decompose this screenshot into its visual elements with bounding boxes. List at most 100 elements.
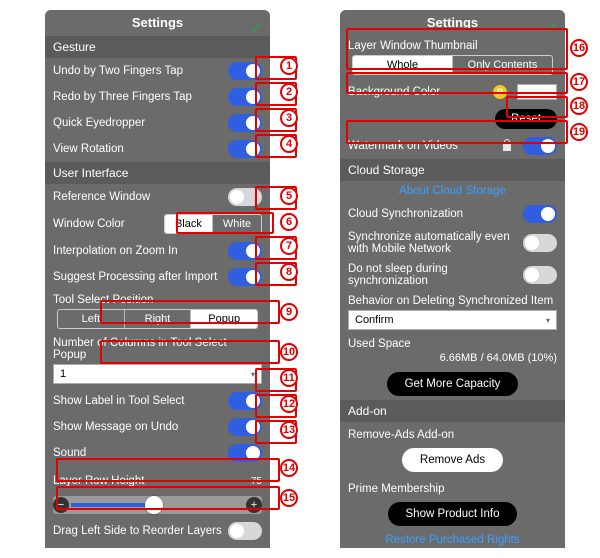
toggle-viewrotation[interactable] xyxy=(228,140,262,158)
annotation-3: 3 xyxy=(280,108,308,128)
row-cloudsync: Cloud Synchronization xyxy=(340,201,565,227)
row-prime-b: Show Product Info xyxy=(340,502,565,530)
row-getmore: Get More Capacity xyxy=(340,368,565,400)
label-undo: Undo by Two Fingers Tap xyxy=(53,65,222,77)
row-layerthumb: Layer Window Thumbnail Whole Only Conten… xyxy=(340,36,565,79)
row-delbehavior: Behavior on Deleting Synchronized Item C… xyxy=(340,291,565,334)
annotation-12: 12 xyxy=(280,394,308,414)
toggle-cloudsync[interactable] xyxy=(523,205,557,223)
row-prime-h: Prime Membership xyxy=(340,476,565,502)
toggle-showmsg[interactable] xyxy=(228,418,262,436)
select-numcols[interactable]: 1 ▾ xyxy=(53,364,262,384)
section-ui: User Interface xyxy=(45,162,270,184)
seg-layerthumb[interactable]: Whole Only Contents xyxy=(352,55,553,75)
slider-thumb[interactable] xyxy=(145,496,163,514)
toggle-dragreorder[interactable] xyxy=(228,522,262,540)
row-refwindow: Reference Window xyxy=(45,184,270,210)
opt-popup[interactable]: Popup xyxy=(190,310,257,328)
label-redo: Redo by Three Fingers Tap xyxy=(53,91,222,103)
toggle-suggest[interactable] xyxy=(228,268,262,286)
getmore-button[interactable]: Get More Capacity xyxy=(387,372,519,396)
toggle-showlabel[interactable] xyxy=(228,392,262,410)
annotation-15: 15 xyxy=(280,488,308,508)
panel-title-right: Settings ✓ xyxy=(340,10,565,36)
opt-whole[interactable]: Whole xyxy=(353,56,452,74)
label-removeads-h: Remove-Ads Add-on xyxy=(348,429,557,441)
annotation-13: 13 xyxy=(280,420,308,440)
opt-right[interactable]: Right xyxy=(124,310,191,328)
select-delbehavior[interactable]: Confirm ▾ xyxy=(348,310,557,330)
confirm-check-icon[interactable]: ✓ xyxy=(250,15,262,41)
annotation-5: 5 xyxy=(280,186,308,206)
label-sound: Sound xyxy=(53,447,222,459)
toggle-undo[interactable] xyxy=(228,62,262,80)
annotation-1: 1 xyxy=(280,56,308,76)
settings-panel-left: Settings ✓ Gesture Undo by Two Fingers T… xyxy=(45,10,270,548)
toggle-eyedropper[interactable] xyxy=(228,114,262,132)
row-redo: Redo by Three Fingers Tap xyxy=(45,84,270,110)
row-showlabel: Show Label in Tool Select xyxy=(45,388,270,414)
section-gesture: Gesture xyxy=(45,36,270,58)
label-eyedropper: Quick Eyedropper xyxy=(53,117,222,129)
opt-black[interactable]: Black xyxy=(165,215,212,233)
select-delbehavior-value: Confirm xyxy=(355,314,394,326)
toggle-redo[interactable] xyxy=(228,88,262,106)
toggle-watermark[interactable] xyxy=(523,137,557,155)
label-toolpos: Tool Select Position xyxy=(53,294,153,306)
row-numcols: Number of Columns in Tool Select Popup 1… xyxy=(45,333,270,388)
row-syncauto: Synchronize automatically even with Mobi… xyxy=(340,227,565,259)
row-nosleep: Do not sleep during synchronization xyxy=(340,259,565,291)
label-viewrotation: View Rotation xyxy=(53,143,222,155)
toggle-refwindow[interactable] xyxy=(228,188,262,206)
panel-title: Settings ✓ xyxy=(45,10,270,36)
row-rowheight-slider: − + xyxy=(45,492,270,518)
label-prime-h: Prime Membership xyxy=(348,483,557,495)
row-removeads-b: Remove Ads xyxy=(340,448,565,476)
slider-rowheight[interactable]: − + xyxy=(53,496,262,514)
value-rowheight: 75 xyxy=(251,476,262,487)
opt-white[interactable]: White xyxy=(212,215,261,233)
chevron-down-icon: ▾ xyxy=(546,316,550,325)
reset-button[interactable]: Reset xyxy=(495,109,557,129)
slider-minus-icon[interactable]: − xyxy=(53,497,69,513)
removeads-button[interactable]: Remove Ads xyxy=(402,448,503,472)
label-nosleep: Do not sleep during synchronization xyxy=(348,263,517,287)
confirm-check-icon-right[interactable]: ✓ xyxy=(545,15,557,41)
link-restore[interactable]: Restore Purchased Rights xyxy=(340,530,565,548)
label-suggest: Suggest Processing after Import xyxy=(53,271,222,283)
seg-windowcolor[interactable]: Black White xyxy=(164,214,262,234)
row-removeads-h: Remove-Ads Add-on xyxy=(340,422,565,448)
toggle-interpolation[interactable] xyxy=(228,242,262,260)
slider-plus-icon[interactable]: + xyxy=(246,497,262,513)
row-interpolation: Interpolation on Zoom In xyxy=(45,238,270,264)
toggle-sound[interactable] xyxy=(228,444,262,462)
label-cloudsync: Cloud Synchronization xyxy=(348,208,517,220)
opt-left[interactable]: Left xyxy=(58,310,124,328)
annotation-19: 19 xyxy=(570,122,598,142)
section-addon: Add-on xyxy=(340,400,565,422)
opt-onlycontents[interactable]: Only Contents xyxy=(452,56,552,74)
label-interpolation: Interpolation on Zoom In xyxy=(53,245,222,257)
annotation-6: 6 xyxy=(280,212,308,232)
label-syncauto: Synchronize automatically even with Mobi… xyxy=(348,231,517,255)
chevron-down-icon: ▾ xyxy=(251,370,255,379)
annotation-16: 16 xyxy=(570,38,598,58)
prime-button[interactable]: Show Product Info xyxy=(388,502,518,526)
label-usedspace: Used Space xyxy=(348,338,411,350)
toggle-nosleep[interactable] xyxy=(523,266,557,284)
seg-toolpos[interactable]: Left Right Popup xyxy=(57,309,258,329)
link-aboutcloud[interactable]: About Cloud Storage xyxy=(340,181,565,201)
section-cloud: Cloud Storage xyxy=(340,159,565,181)
label-delbehavior: Behavior on Deleting Synchronized Item xyxy=(348,295,553,307)
title-text-right: Settings xyxy=(427,15,478,30)
annotation-7: 7 xyxy=(280,236,308,256)
annotation-18: 18 xyxy=(570,96,598,116)
annotation-10: 10 xyxy=(280,342,308,362)
select-numcols-value: 1 xyxy=(60,368,66,380)
bgcolor-chip[interactable] xyxy=(517,84,557,100)
toggle-syncauto[interactable] xyxy=(523,234,557,252)
row-suggest: Suggest Processing after Import xyxy=(45,264,270,290)
label-showlabel: Show Label in Tool Select xyxy=(53,395,222,407)
row-dragreorder: Drag Left Side to Reorder Layers xyxy=(45,518,270,544)
label-watermark: Watermark on Videos xyxy=(348,140,495,152)
